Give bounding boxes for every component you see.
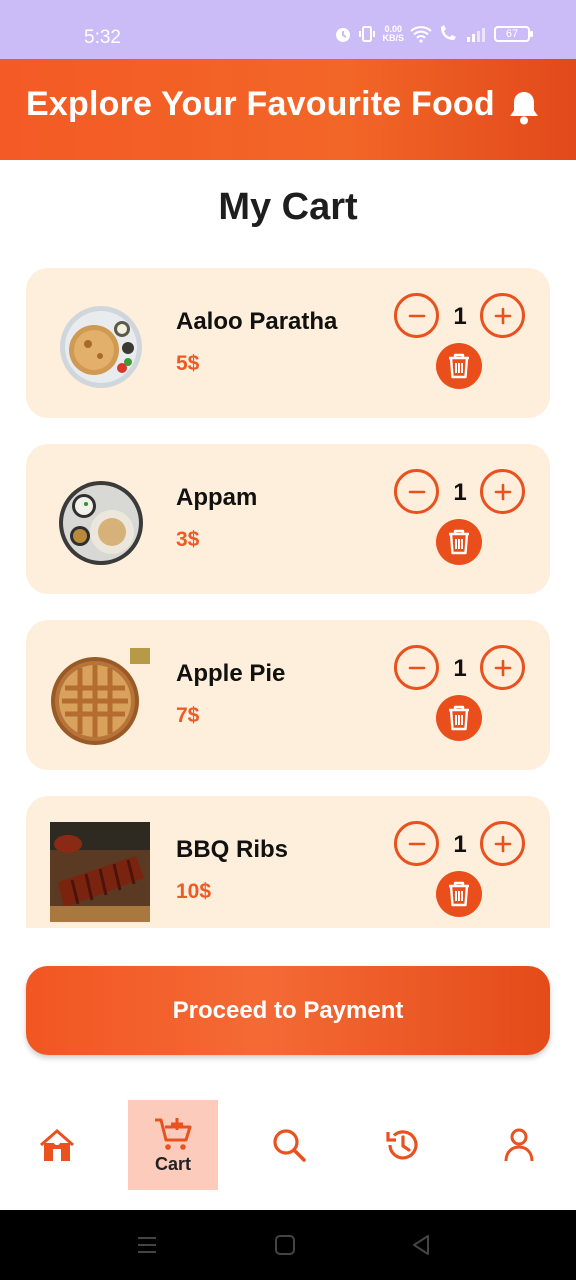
aaloo-paratha-image xyxy=(50,296,152,398)
cart-icon xyxy=(155,1117,192,1150)
cart-item-name: Appam xyxy=(176,484,258,511)
increase-quantity-button[interactable] xyxy=(480,469,525,514)
increase-quantity-button[interactable] xyxy=(480,821,525,866)
cart-item-price: 7$ xyxy=(176,704,200,727)
network-speed: 0.00 KB/S xyxy=(382,25,404,43)
cart-item-name: BBQ Ribs xyxy=(176,836,289,863)
increase-quantity-button[interactable] xyxy=(480,645,525,690)
call-icon xyxy=(441,25,456,40)
status-bar: 5:32 0.00 KB/S 67 xyxy=(0,0,576,59)
nav-profile[interactable] xyxy=(482,1100,556,1190)
minus-icon xyxy=(408,666,425,669)
nav-home[interactable] xyxy=(20,1100,94,1190)
nav-cart-label: Cart xyxy=(154,1153,191,1174)
nav-search[interactable] xyxy=(252,1100,326,1190)
alarm-icon xyxy=(336,28,351,42)
plus-icon xyxy=(494,835,511,852)
back-icon[interactable] xyxy=(410,1234,432,1256)
minus-icon xyxy=(408,314,425,317)
quantity-value: 1 xyxy=(453,303,467,330)
profile-icon xyxy=(504,1128,534,1162)
history-icon xyxy=(386,1130,418,1160)
quantity-value: 1 xyxy=(453,831,467,858)
delete-item-button[interactable] xyxy=(436,519,482,565)
minus-icon xyxy=(408,842,425,845)
appam-image xyxy=(50,472,152,574)
menu-icon[interactable] xyxy=(136,1234,158,1256)
signal-icon xyxy=(467,28,485,42)
bell-icon xyxy=(510,92,538,125)
search-icon xyxy=(273,1129,306,1162)
network-speed-unit: KB/S xyxy=(382,33,404,43)
cart-item-name: Aaloo Paratha xyxy=(176,308,338,335)
status-time: 5:32 xyxy=(84,27,121,48)
apple-pie-image xyxy=(50,648,152,750)
delete-item-button[interactable] xyxy=(436,343,482,389)
system-nav-bar xyxy=(0,1210,576,1280)
app-header: Explore Your Favourite Food xyxy=(0,59,576,160)
notification-button[interactable] xyxy=(506,89,542,132)
delete-item-button[interactable] xyxy=(436,695,482,741)
battery-indicator: 67 xyxy=(494,26,533,42)
cart-item-price: 10$ xyxy=(176,880,212,903)
cart-list[interactable]: Aaloo Paratha 5$ 1 Appam 3$ 1 Apple Pie … xyxy=(0,268,576,928)
decrease-quantity-button[interactable] xyxy=(394,645,439,690)
vibrate-icon xyxy=(359,26,376,42)
cart-item: Appam 3$ 1 xyxy=(26,444,550,594)
nav-cart[interactable]: Cart xyxy=(128,1100,218,1190)
decrease-quantity-button[interactable] xyxy=(394,293,439,338)
trash-icon xyxy=(449,529,469,555)
decrease-quantity-button[interactable] xyxy=(394,469,439,514)
trash-icon xyxy=(449,881,469,907)
wifi-icon xyxy=(410,26,432,43)
plus-icon xyxy=(494,307,511,324)
cart-item-price: 3$ xyxy=(176,528,200,551)
minus-icon xyxy=(408,490,425,493)
quantity-value: 1 xyxy=(453,655,467,682)
proceed-to-payment-button[interactable]: Proceed to Payment xyxy=(26,966,550,1055)
home-button-icon[interactable] xyxy=(274,1234,296,1256)
cart-item: BBQ Ribs 10$ 1 xyxy=(26,796,550,928)
cart-item: Aaloo Paratha 5$ 1 xyxy=(26,268,550,418)
cart-item: Apple Pie 7$ 1 xyxy=(26,620,550,770)
cart-item-name: Apple Pie xyxy=(176,660,286,687)
app-title: Explore Your Favourite Food xyxy=(26,85,495,123)
quantity-value: 1 xyxy=(453,479,467,506)
trash-icon xyxy=(449,705,469,731)
plus-icon xyxy=(494,483,511,500)
home-icon xyxy=(40,1129,74,1161)
plus-icon xyxy=(494,659,511,676)
decrease-quantity-button[interactable] xyxy=(394,821,439,866)
delete-item-button[interactable] xyxy=(436,871,482,917)
cart-item-price: 5$ xyxy=(176,352,200,375)
increase-quantity-button[interactable] xyxy=(480,293,525,338)
bottom-nav: Cart xyxy=(0,1100,576,1210)
page-title: My Cart xyxy=(218,186,358,228)
status-icons: 0.00 KB/S 67 xyxy=(334,25,533,43)
trash-icon xyxy=(449,353,469,379)
nav-history[interactable] xyxy=(366,1100,440,1190)
bbq-ribs-image xyxy=(50,822,152,924)
